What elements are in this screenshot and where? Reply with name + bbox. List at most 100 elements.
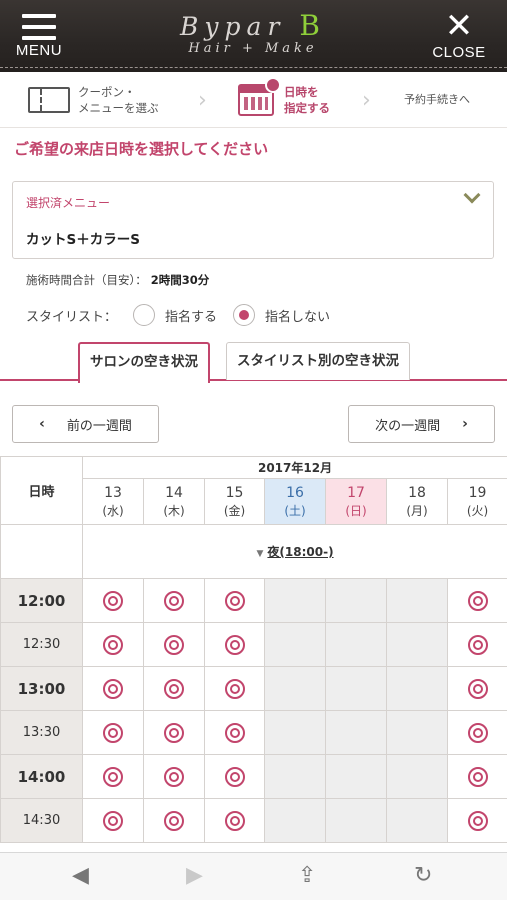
available-slot[interactable] <box>82 710 144 755</box>
selected-menu-value: カットS＋カラーS <box>26 232 140 248</box>
available-slot[interactable] <box>143 622 205 667</box>
unavailable-slot <box>264 798 326 843</box>
chevron-right-icon: › <box>462 416 468 432</box>
app-header: MENU Bypar B Hair + Make ✕ CLOSE <box>0 0 507 72</box>
unavailable-slot <box>325 798 387 843</box>
available-slot[interactable] <box>446 622 507 667</box>
close-label: CLOSE <box>432 44 486 61</box>
close-button[interactable]: ✕ CLOSE <box>429 9 489 64</box>
time-label: 13:30 <box>0 710 83 755</box>
double-circle-icon <box>103 678 123 699</box>
double-circle-icon <box>164 590 184 611</box>
day-header: 16 (土) <box>264 478 326 525</box>
radio-nominate[interactable]: 指名する <box>133 304 217 326</box>
available-slot[interactable] <box>143 710 205 755</box>
stylist-selector: スタイリスト： 指名する 指名しない <box>26 304 330 326</box>
day-number: 19 <box>468 484 487 501</box>
time-slot-row: 12:00 <box>0 578 507 623</box>
prev-week-label: 前の一週間 <box>66 418 132 434</box>
available-slot[interactable] <box>143 578 205 623</box>
double-circle-icon <box>467 590 488 611</box>
double-circle-icon <box>224 810 245 831</box>
calendar-icon <box>238 77 281 116</box>
time-slot-row: 14:30 <box>0 798 507 843</box>
double-circle-icon <box>467 722 488 743</box>
double-circle-icon <box>103 634 123 655</box>
available-slot[interactable] <box>82 798 144 843</box>
step-checkout: 予約手続きへ <box>404 78 470 122</box>
available-slot[interactable] <box>143 754 205 799</box>
available-slot[interactable] <box>82 666 144 711</box>
time-label: 14:30 <box>0 798 83 843</box>
month-label: 2017年12月 <box>81 456 507 479</box>
available-slot[interactable] <box>143 666 205 711</box>
available-slot[interactable] <box>204 754 265 799</box>
availability-tabs: サロンの空き状況 スタイリスト別の空き状況 <box>0 342 507 383</box>
unavailable-slot <box>386 578 448 623</box>
available-slot[interactable] <box>446 710 507 755</box>
forward-icon[interactable]: ▶ <box>186 863 203 888</box>
next-week-button[interactable]: 次の一週間 › <box>348 405 495 443</box>
step-coupon-menu[interactable]: クーポン・ メニューを選ぶ <box>28 78 159 122</box>
day-weekday: (木) <box>163 503 185 518</box>
radio-icon[interactable] <box>133 304 156 326</box>
day-weekday: (水) <box>102 503 124 518</box>
double-circle-icon <box>467 766 488 787</box>
available-slot[interactable] <box>446 798 507 843</box>
double-circle-icon <box>224 722 245 743</box>
double-circle-icon <box>467 678 488 699</box>
next-week-label: 次の一週間 <box>375 418 441 434</box>
available-slot[interactable] <box>446 666 507 711</box>
double-circle-icon <box>224 590 245 611</box>
triangle-down-icon: ▼ <box>256 549 264 559</box>
step-3-label: 予約手続きへ <box>404 93 470 106</box>
available-slot[interactable] <box>143 798 205 843</box>
radio-nominate-label: 指名する <box>165 309 218 325</box>
browser-toolbar: ◀ ▶ ⇪ ↻ <box>0 852 507 900</box>
day-number: 15 <box>225 484 244 501</box>
unavailable-slot <box>386 622 448 667</box>
selected-menu-box[interactable]: 選択済メニュー カットS＋カラーS <box>12 181 494 259</box>
available-slot[interactable] <box>204 798 265 843</box>
day-header: 19 (火) <box>446 478 507 525</box>
progress-steps: クーポン・ メニューを選ぶ › 日時を 指定する › 予約手続きへ <box>0 72 507 128</box>
available-slot[interactable] <box>204 578 265 623</box>
available-slot[interactable] <box>82 578 144 623</box>
time-label: 12:30 <box>0 622 83 667</box>
back-icon[interactable]: ◀ <box>72 863 89 888</box>
unavailable-slot <box>325 710 387 755</box>
available-slot[interactable] <box>204 666 265 711</box>
tab-salon-availability[interactable]: サロンの空き状況 <box>78 342 210 383</box>
chevron-down-icon[interactable] <box>465 192 479 202</box>
double-circle-icon <box>467 810 488 831</box>
day-weekday: (金) <box>223 503 246 518</box>
radio-selected-icon[interactable] <box>233 304 256 326</box>
chevron-left-icon: ‹ <box>39 416 45 432</box>
logo-mark: B <box>299 9 326 42</box>
available-slot[interactable] <box>446 578 507 623</box>
evening-link[interactable]: 夜(18:00-) <box>267 545 333 559</box>
duration-value: 2時間30分 <box>150 273 210 287</box>
available-slot[interactable] <box>82 622 144 667</box>
share-icon[interactable]: ⇪ <box>298 863 316 888</box>
available-slot[interactable] <box>204 622 265 667</box>
available-slot[interactable] <box>204 710 265 755</box>
menu-button[interactable]: MENU <box>14 10 64 64</box>
unavailable-slot <box>264 666 326 711</box>
available-slot[interactable] <box>446 754 507 799</box>
site-logo[interactable]: Bypar B Hair + Make <box>148 12 358 62</box>
logo-main-text: Bypar <box>180 12 286 41</box>
unavailable-slot <box>264 754 326 799</box>
double-circle-icon <box>224 678 245 699</box>
step-date-time: 日時を 指定する <box>238 77 330 122</box>
unavailable-slot <box>386 798 448 843</box>
prev-week-button[interactable]: ‹ 前の一週間 <box>12 405 159 443</box>
evening-row: ▼ 夜(18:00-) <box>81 524 507 579</box>
day-header: 14 (木) <box>143 478 205 525</box>
reload-icon[interactable]: ↻ <box>414 863 432 888</box>
tab-stylist-availability[interactable]: スタイリスト別の空き状況 <box>226 342 410 380</box>
radio-no-nominate[interactable]: 指名しない <box>233 304 330 326</box>
duration-label: 施術時間合計（目安）： <box>26 273 147 287</box>
page-title: ご希望の来店日時を選択してください <box>14 140 269 158</box>
available-slot[interactable] <box>82 754 144 799</box>
